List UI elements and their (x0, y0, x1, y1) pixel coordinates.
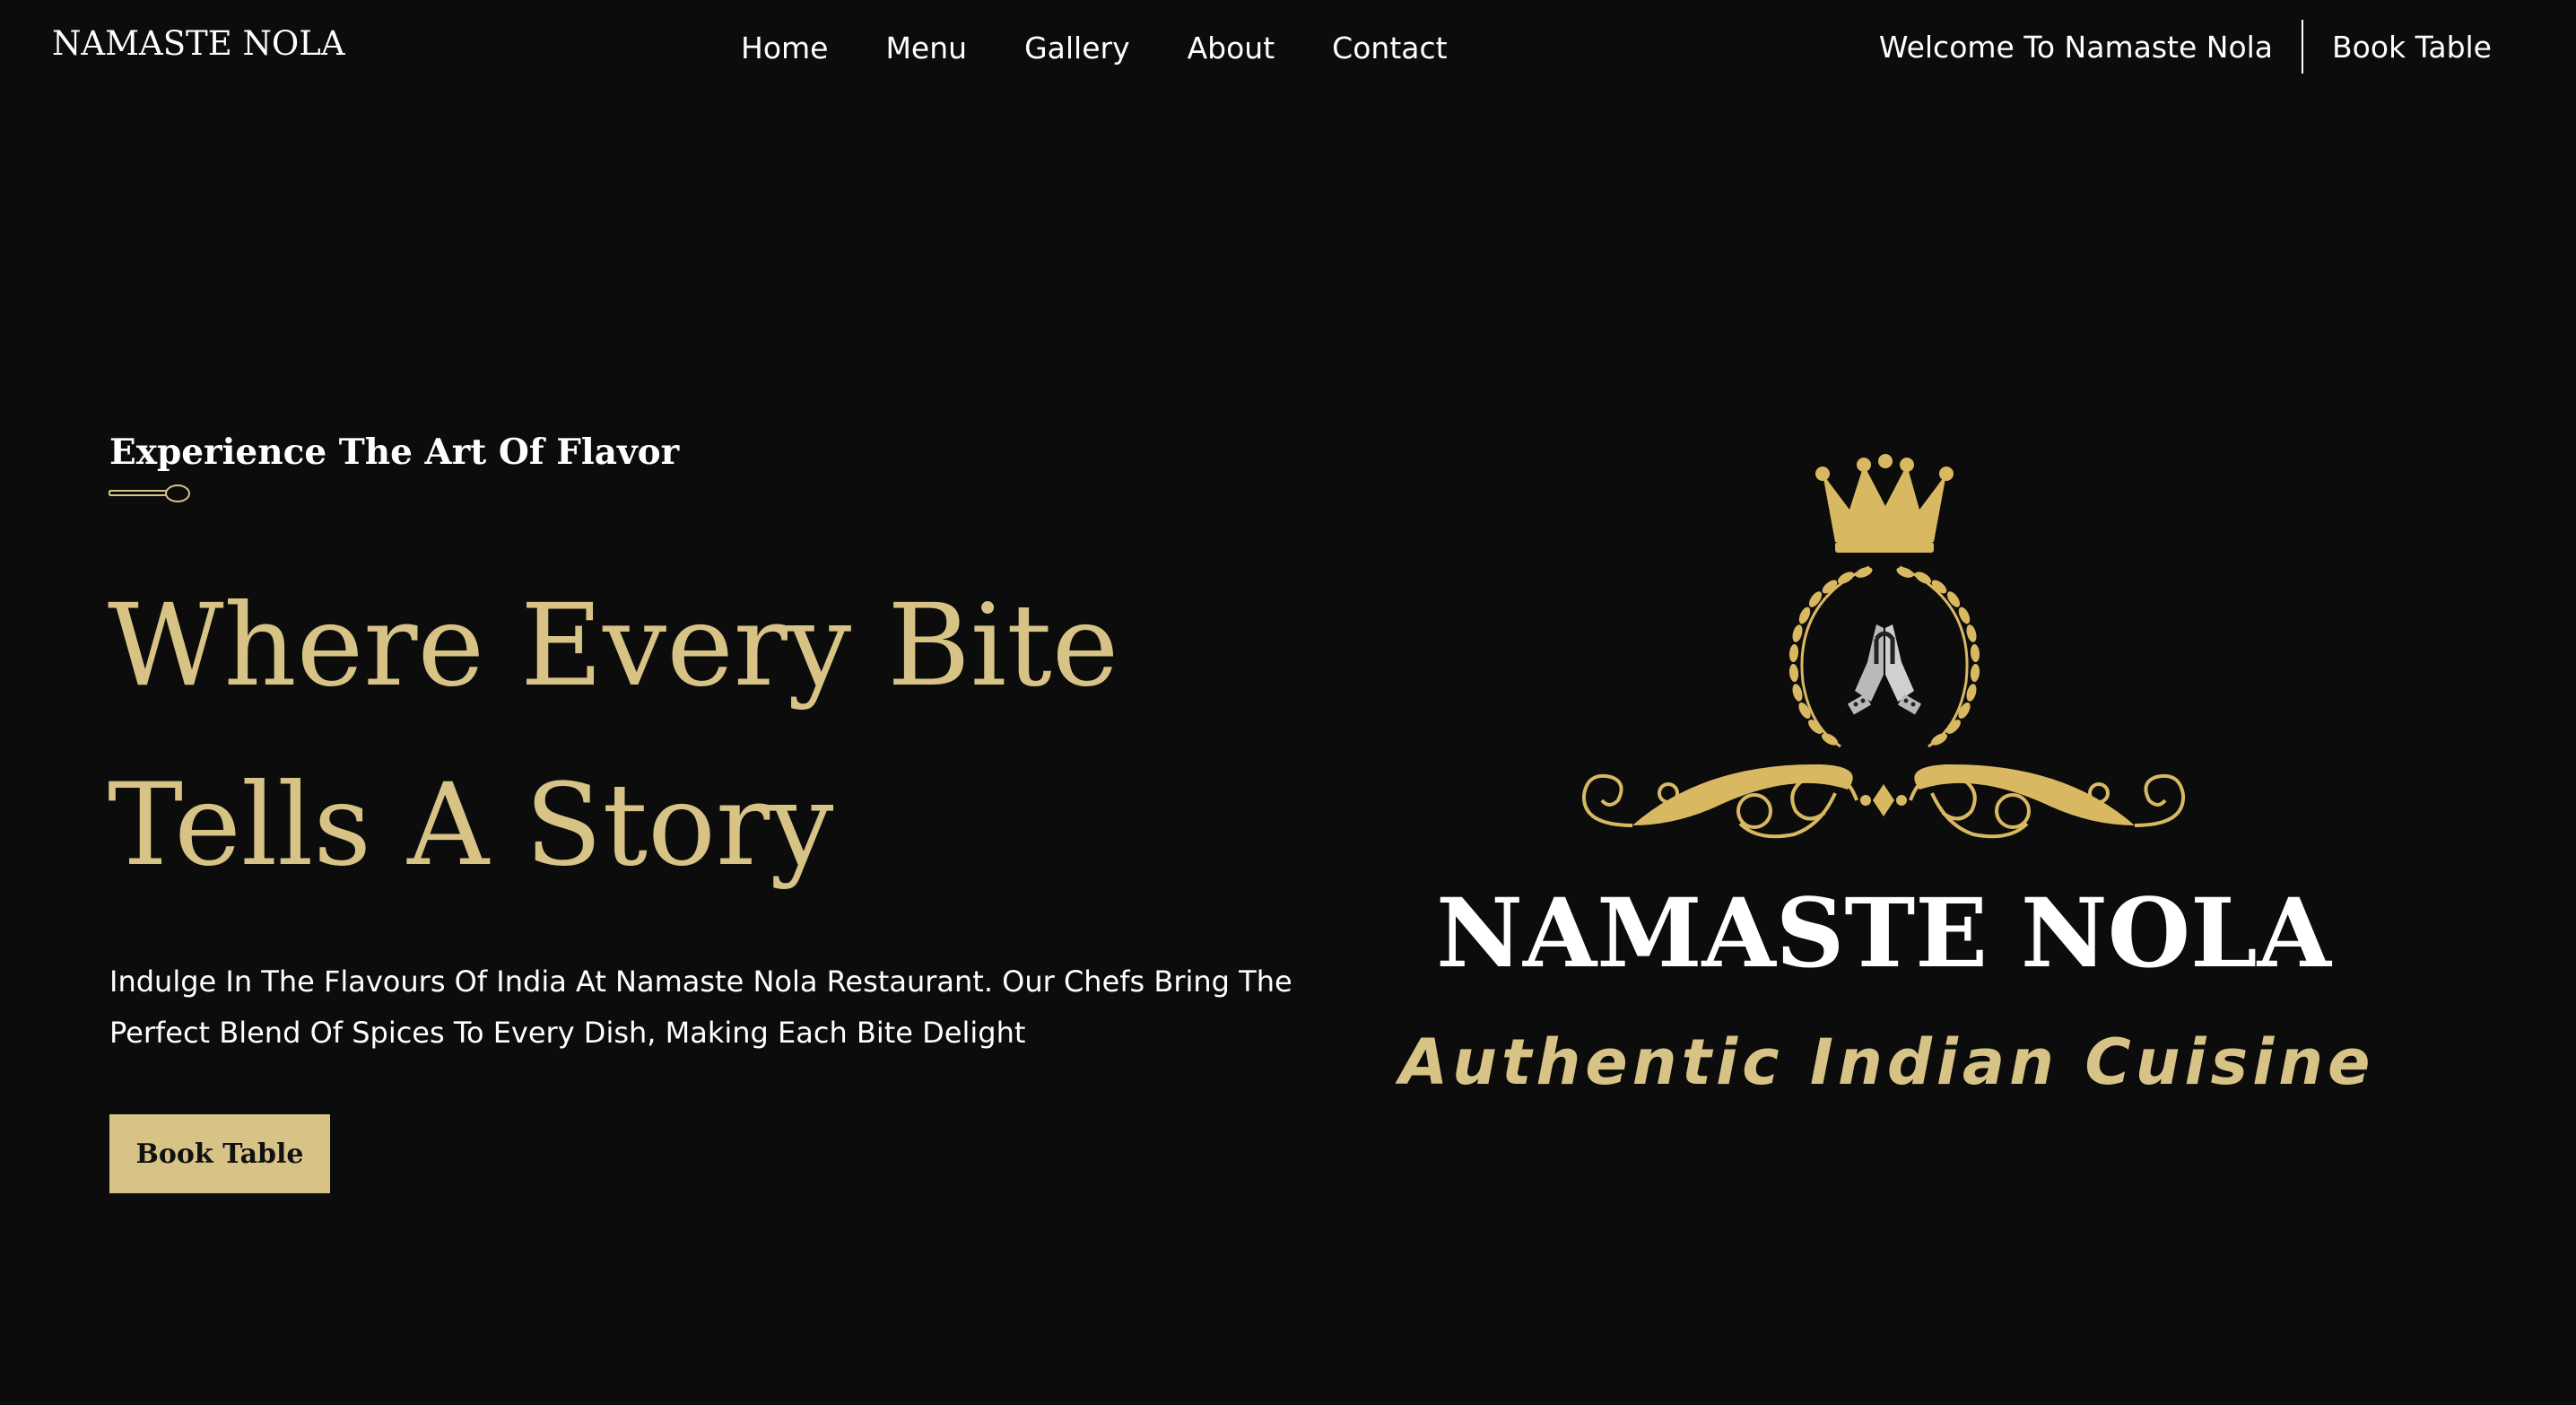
site-header: NAMASTE NOLA Home Menu Gallery About Con… (0, 0, 2576, 99)
spoon-icon (109, 484, 190, 502)
welcome-text: Welcome To Namaste Nola (1878, 29, 2274, 65)
header-right: Welcome To Namaste Nola Book Table (1879, 20, 2492, 74)
hero-eyebrow: Experience The Art Of Flavor (109, 432, 680, 473)
crown-wreath-emblem-icon (1581, 454, 2186, 839)
hero-description: Indulge In The Flavours Of India At Nama… (109, 964, 1292, 1050)
book-table-button[interactable]: Book Table (109, 1114, 330, 1193)
nav-menu-link[interactable]: Menu (885, 31, 967, 65)
brand-logo-text[interactable]: NAMASTE NOLA (52, 20, 345, 68)
nav-home-link[interactable]: Home (741, 31, 828, 65)
hero-title: Where Every Bite Tells A Story (108, 556, 1118, 915)
hero-title-line-1: Where Every Bite (108, 580, 1119, 711)
main-nav: Home Menu Gallery About Contact (741, 23, 1448, 72)
nav-gallery-link[interactable]: Gallery (1024, 31, 1130, 65)
logo-tagline: Authentic Indian Cuisine (1399, 1025, 2375, 1099)
header-book-table-link[interactable]: Book Table (2303, 30, 2492, 65)
hero-title-line-2: Tells A Story (108, 759, 834, 891)
nav-contact-link[interactable]: Contact (1332, 31, 1447, 65)
nav-about-link[interactable]: About (1188, 31, 1275, 65)
logo-restaurant-name: NAMASTE NOLA (1436, 877, 2331, 989)
